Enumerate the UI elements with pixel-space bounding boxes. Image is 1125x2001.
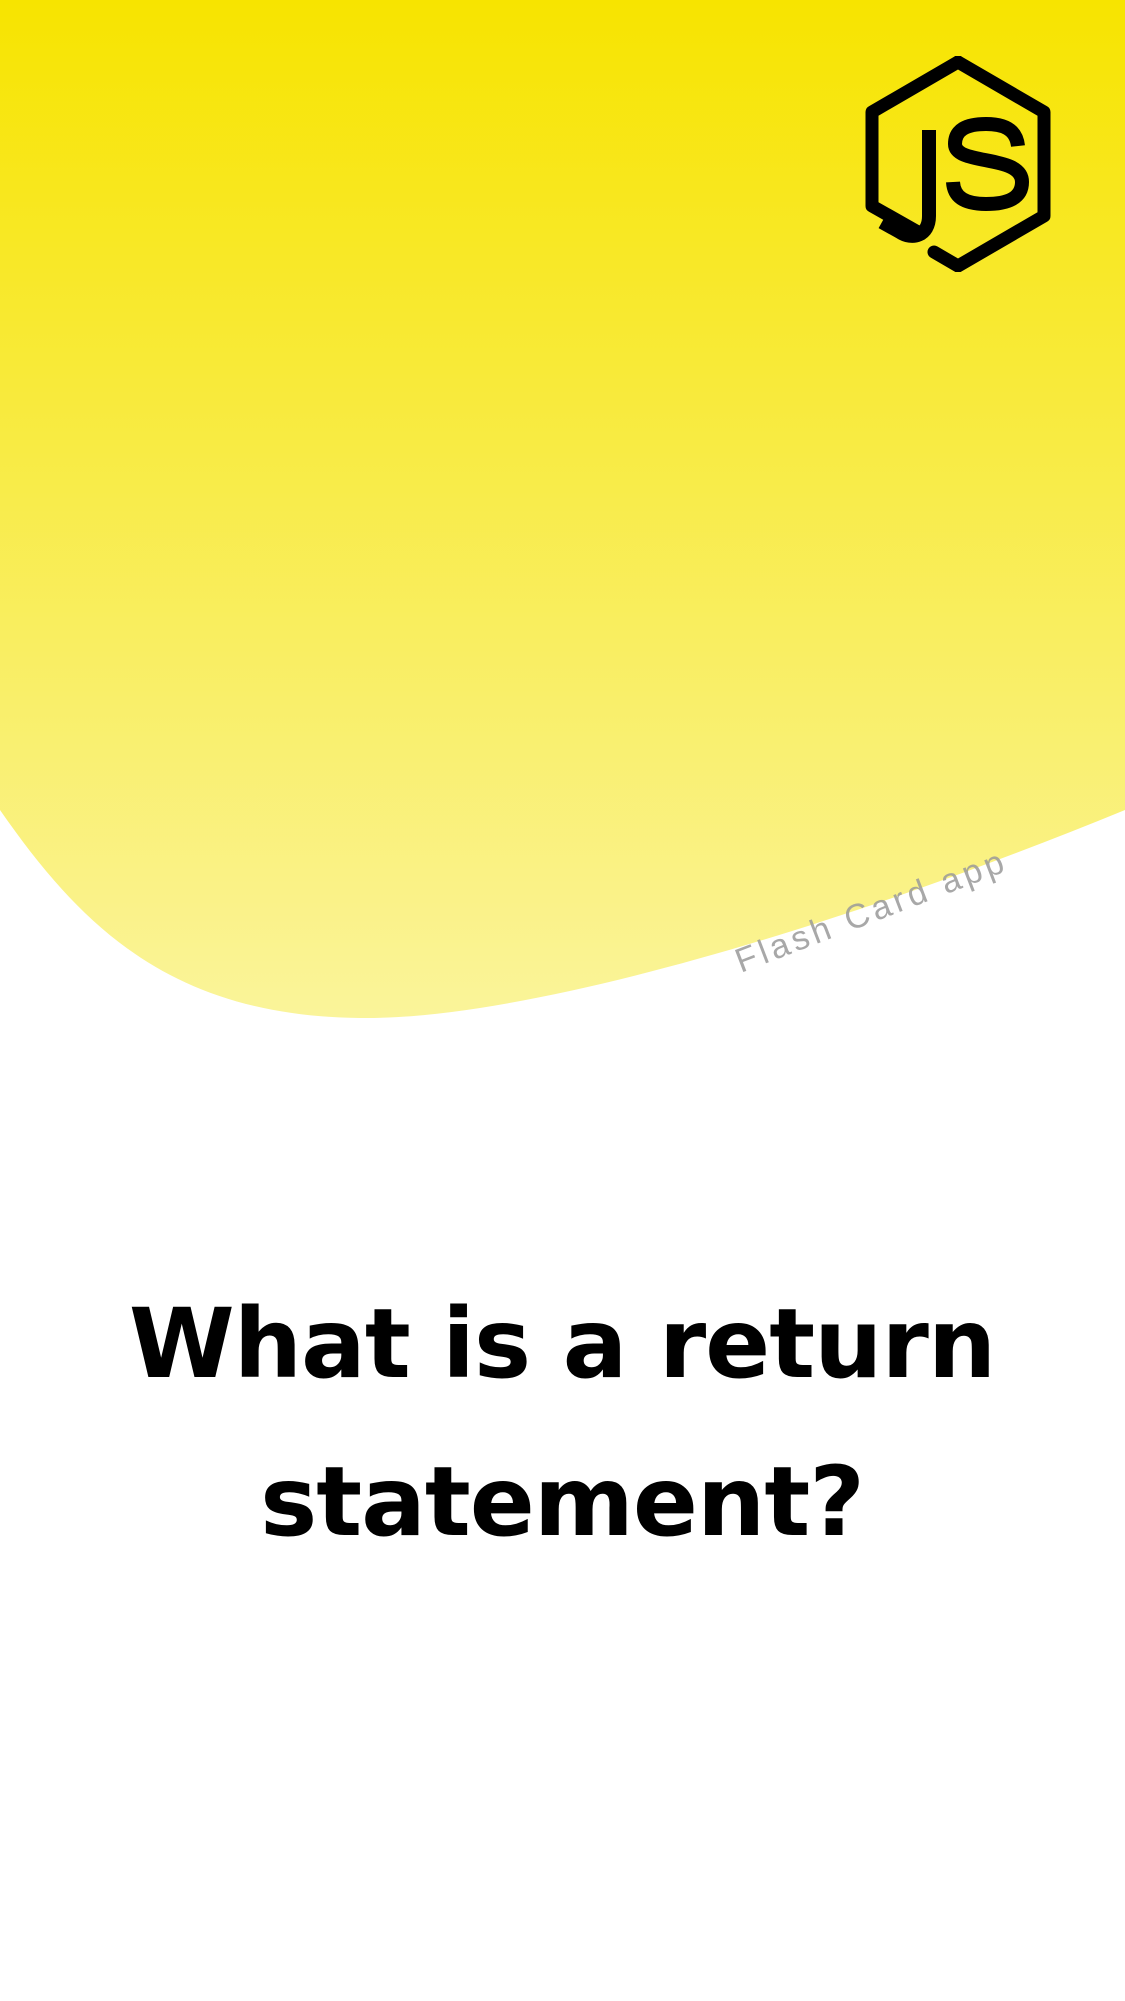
nodejs-logo-icon bbox=[862, 55, 1054, 273]
flash-card-screen: Flash Card app What is a return statemen… bbox=[0, 0, 1125, 2001]
flash-card-question[interactable]: What is a return statement? bbox=[62, 1265, 1062, 1581]
